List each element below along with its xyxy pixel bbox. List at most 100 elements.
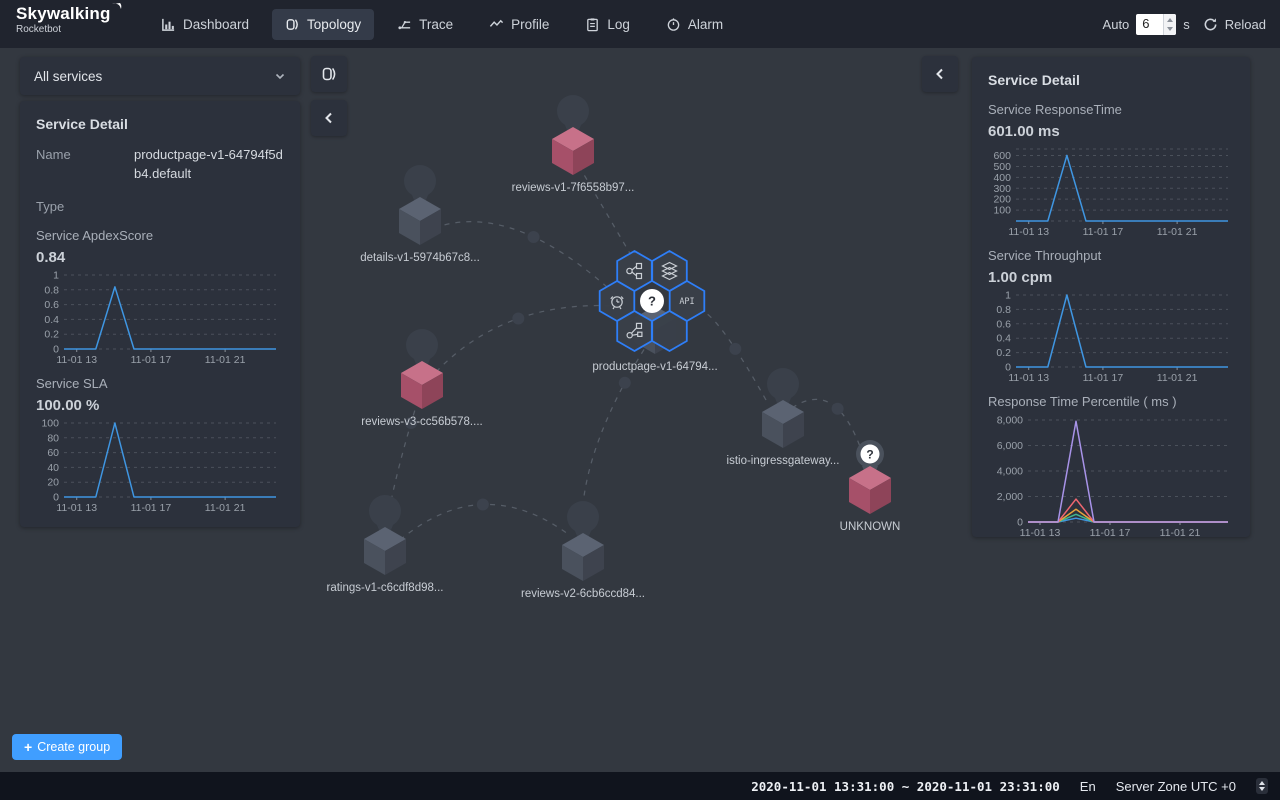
svg-text:11-01 21: 11-01 21 [1157, 372, 1198, 384]
server-zone-label[interactable]: Server Zone UTC +0 [1116, 779, 1236, 794]
edge-midpoint-dot [477, 499, 489, 511]
svg-text:?: ? [648, 294, 656, 309]
reload-label[interactable]: Reload [1225, 17, 1266, 32]
service-detail-panel-right: Service Detail Service ResponseTime 601.… [972, 57, 1250, 537]
svg-text:0.8: 0.8 [44, 284, 59, 296]
node-label: UNKNOWN [840, 521, 901, 533]
nav-item-profile[interactable]: Profile [476, 9, 562, 40]
response-time-chart: 10020030040050060011-01 1311-01 1711-01 … [988, 144, 1234, 238]
node-pin [369, 495, 401, 527]
topology-node-reviews-v1[interactable]: reviews-v1-7f6558b97... [512, 95, 635, 194]
nav-label: Dashboard [183, 17, 249, 32]
nav-item-topology[interactable]: Topology [272, 9, 374, 40]
nav-label: Topology [307, 17, 361, 32]
services-select-value: All services [34, 69, 102, 84]
topology-node-istio-ingressgateway[interactable]: istio-ingressgateway... [727, 368, 840, 467]
nav-item-alarm[interactable]: Alarm [653, 9, 736, 40]
edge-midpoint-dot [729, 343, 741, 355]
topology-node-reviews-v3[interactable]: reviews-v3-cc56b578.... [361, 329, 482, 428]
create-group-label: Create group [37, 740, 110, 754]
nav-right-controls: Auto 6 s Reload [1103, 0, 1266, 48]
node-pin [406, 329, 438, 361]
topology-node-unknown[interactable]: ? UNKNOWN [840, 440, 901, 533]
reload-icon[interactable] [1203, 17, 1218, 32]
topology-node-ratings-v1[interactable]: ratings-v1-c6cdf8d98... [327, 495, 444, 594]
auto-unit: s [1183, 17, 1190, 32]
hex-menu-item-blank[interactable] [652, 311, 687, 351]
edge-midpoint-dot [528, 231, 540, 243]
svg-text:11-01 17: 11-01 17 [131, 354, 172, 366]
apdex-chart-label: Service ApdexScore [36, 228, 284, 243]
chevron-down-icon [274, 70, 286, 82]
svg-text:0.4: 0.4 [44, 314, 59, 326]
service-detail-panel-left: Service Detail Name productpage-v1-64794… [20, 101, 300, 527]
auto-label: Auto [1103, 17, 1130, 32]
resp-chart-value: 601.00 ms [988, 123, 1234, 140]
alarm-icon [666, 17, 681, 32]
svg-text:?: ? [866, 448, 873, 462]
edge-midpoint-dot [832, 403, 844, 415]
nav-items: Dashboard Topology Trace Profile Log Ala… [148, 0, 736, 48]
node-type-question-badge[interactable]: ? [640, 289, 664, 313]
name-label: Name [36, 146, 134, 184]
svg-text:11-01 13: 11-01 13 [1020, 527, 1061, 539]
time-range[interactable]: 2020-11-01 13:31:00 ~ 2020-11-01 23:31:0… [751, 779, 1060, 794]
sla-chart: 02040608010011-01 1311-01 1711-01 21 [36, 418, 282, 514]
api-icon: API [679, 297, 694, 307]
collapse-left-panel-button[interactable] [311, 100, 347, 136]
auto-interval-input[interactable]: 6 [1136, 14, 1176, 35]
svg-text:20: 20 [47, 476, 59, 488]
topology-legend-button[interactable] [311, 56, 347, 92]
nav-item-trace[interactable]: Trace [384, 9, 466, 40]
topology-canvas[interactable]: reviews-v1-7f6558b97... details-v1-5974b6… [300, 48, 972, 772]
svg-text:11-01 13: 11-01 13 [56, 354, 97, 366]
brand-logo: Skywalking Rocketbot [16, 4, 124, 35]
swoosh-icon [111, 2, 124, 15]
svg-text:60: 60 [47, 447, 59, 459]
svg-text:0.6: 0.6 [44, 299, 59, 311]
type-label: Type [36, 198, 134, 214]
dashboard-icon [161, 17, 176, 32]
zone-stepper[interactable] [1256, 778, 1268, 794]
svg-text:600: 600 [993, 150, 1011, 162]
node-label: reviews-v1-7f6558b97... [512, 182, 635, 194]
topology-node-reviews-v2[interactable]: reviews-v2-6cb6ccd84... [521, 501, 645, 600]
throughput-chart-label: Service Throughput [988, 248, 1234, 263]
sla-chart-label: Service SLA [36, 376, 284, 391]
node-label: reviews-v3-cc56b578.... [361, 416, 482, 428]
services-select[interactable]: All services [20, 57, 300, 95]
auto-interval-value: 6 [1142, 16, 1149, 31]
svg-text:100: 100 [993, 205, 1011, 217]
nav-label: Trace [419, 17, 453, 32]
node-label: reviews-v2-6cb6ccd84... [521, 588, 645, 600]
create-group-button[interactable]: + Create group [12, 734, 122, 760]
percentile-chart-label: Response Time Percentile ( ms ) [988, 394, 1234, 409]
svg-text:0.8: 0.8 [996, 304, 1011, 316]
node-pin [567, 501, 599, 533]
panel-title: Service Detail [988, 72, 1234, 88]
hex-menu-item-trace-icon[interactable] [617, 311, 652, 351]
top-navbar: Skywalking Rocketbot Dashboard Topology … [0, 0, 1280, 48]
topology-edge [694, 309, 766, 400]
auto-interval-stepper[interactable] [1163, 14, 1176, 35]
svg-text:11-01 13: 11-01 13 [1008, 226, 1049, 238]
type-value [134, 198, 284, 214]
nav-item-log[interactable]: Log [572, 9, 643, 40]
profile-icon [489, 17, 504, 32]
percentile-chart: 02,0004,0006,0008,00011-01 1311-01 1711-… [988, 415, 1234, 539]
node-pin [767, 368, 799, 400]
topology-node-details-v1[interactable]: details-v1-5974b67c8... [360, 165, 480, 264]
collapse-right-panel-button[interactable] [922, 56, 958, 92]
log-icon [585, 17, 600, 32]
chevron-left-icon [323, 112, 335, 124]
nav-label: Profile [511, 17, 549, 32]
language-toggle[interactable]: En [1080, 779, 1096, 794]
plus-icon: + [24, 740, 32, 754]
svg-text:0.2: 0.2 [996, 347, 1011, 359]
node-label: details-v1-5974b67c8... [360, 252, 480, 264]
nav-label: Log [607, 17, 630, 32]
nav-item-dashboard[interactable]: Dashboard [148, 9, 262, 40]
brand-subtitle: Rocketbot [16, 24, 124, 35]
name-value: productpage-v1-64794f5db4.default [134, 146, 284, 184]
svg-text:11-01 21: 11-01 21 [205, 354, 246, 366]
